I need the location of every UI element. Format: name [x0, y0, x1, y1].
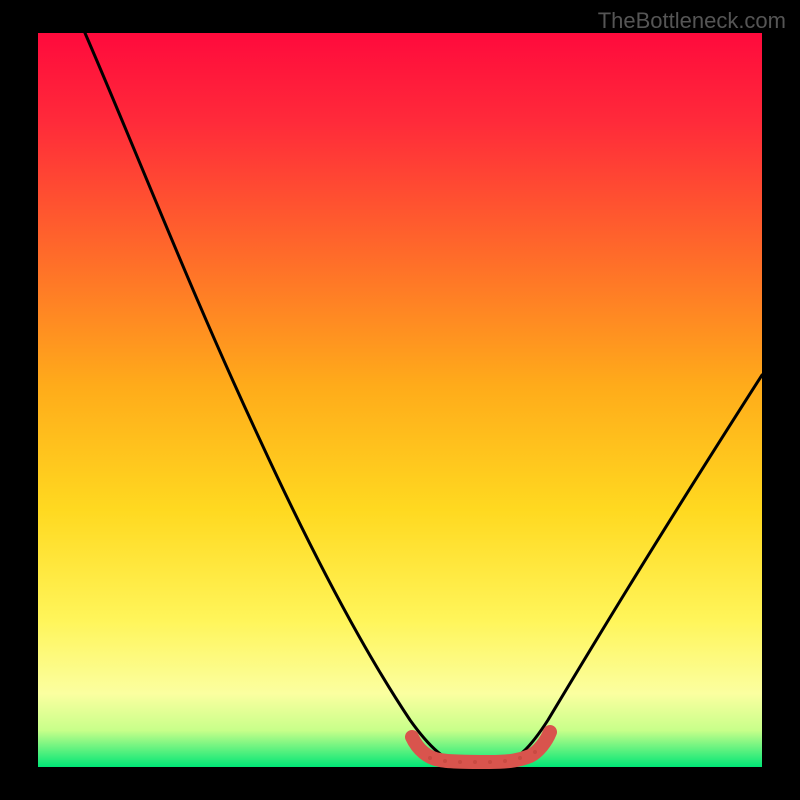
chart-svg: [0, 0, 800, 800]
chart-background-gradient: [38, 33, 762, 767]
bottleneck-chart: TheBottleneck.com: [0, 0, 800, 800]
